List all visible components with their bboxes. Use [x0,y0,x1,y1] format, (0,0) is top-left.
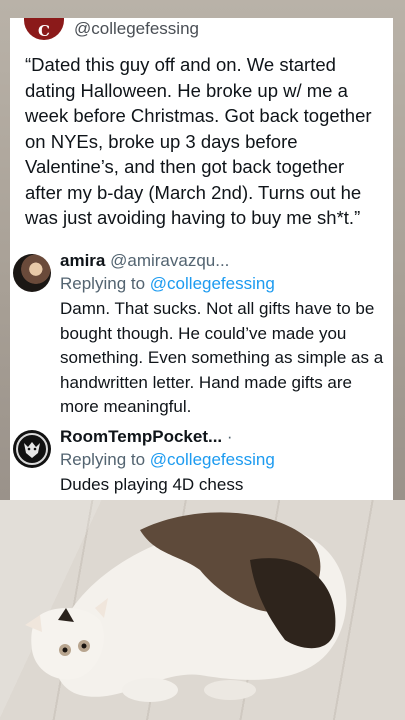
reply-author-handle[interactable]: @amiravazqu... [110,251,229,270]
reply-author-name[interactable]: amira [60,251,105,270]
college-logo-icon: C [24,18,64,40]
replying-prefix: Replying to [60,274,146,293]
avatar[interactable] [13,254,51,292]
wolf-emblem-icon[interactable] [13,430,51,468]
reply-text: Damn. That sucks. Not all gifts have to … [60,299,384,416]
cat-image [25,512,347,702]
confession-text: “Dated this guy off and on. We started d… [25,54,372,228]
reply-author-name[interactable]: RoomTempPocket... [60,427,222,446]
confession-handle[interactable]: @collegefessing [74,19,199,39]
background-floor [0,500,405,720]
replying-to-line: Replying to @collegefessing [60,272,390,296]
replying-to-link[interactable]: @collegefessing [150,450,275,469]
dot-separator: · [222,427,233,446]
replying-to-link[interactable]: @collegefessing [150,274,275,293]
tweet-card: C @collegefessing “Dated this guy off an… [10,18,393,500]
replying-to-line: Replying to @collegefessing [60,448,390,472]
confession-header: C @collegefessing [24,18,199,40]
replying-prefix: Replying to [60,450,146,469]
reply-text: Dudes playing 4D chess [60,475,244,494]
